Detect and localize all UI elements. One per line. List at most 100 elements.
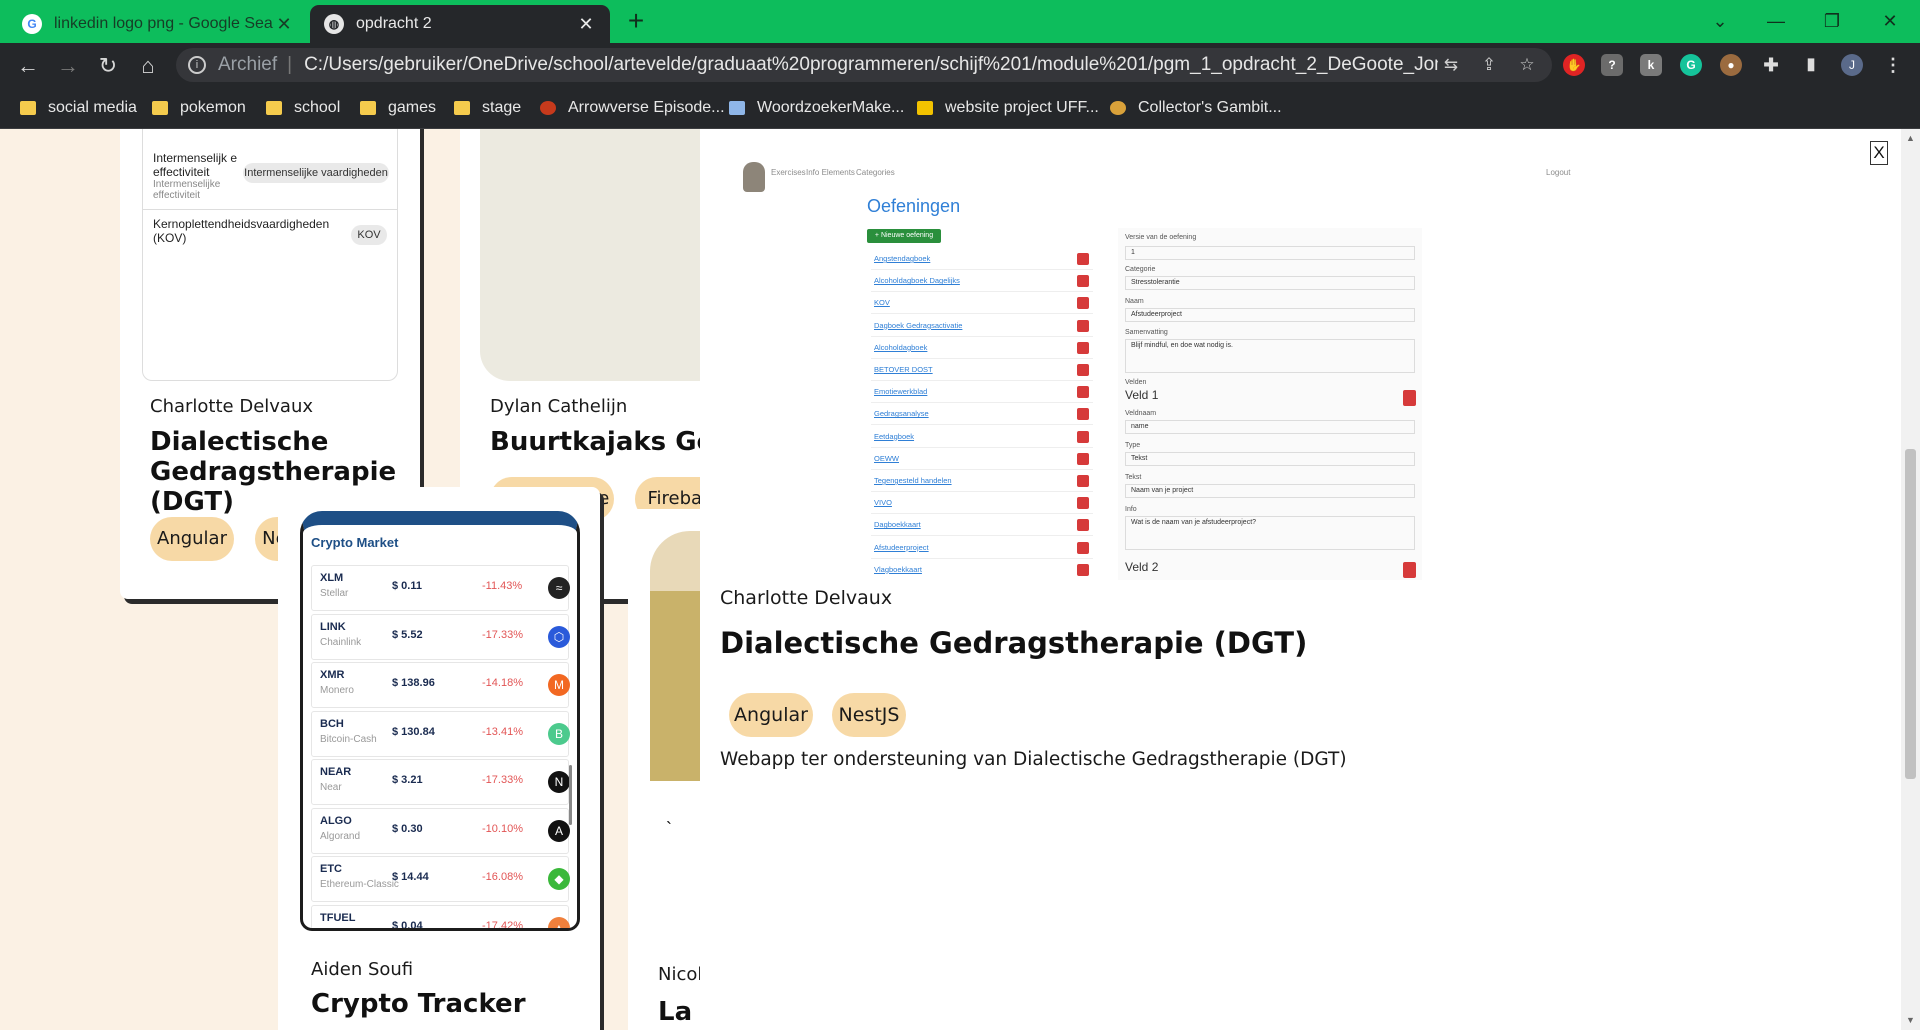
bookmark-school[interactable]: school bbox=[266, 96, 340, 120]
reload-button[interactable]: ↻ bbox=[94, 52, 122, 80]
exercise-link: OEWW bbox=[874, 453, 899, 463]
exercise-link: Alcoholdagboek bbox=[874, 342, 928, 352]
bookmark-games[interactable]: games bbox=[360, 96, 436, 120]
card-author: Aiden Soufi bbox=[311, 959, 414, 980]
coin-logo-icon: ⬡ bbox=[548, 625, 570, 648]
delete-exercise-icon bbox=[1077, 386, 1089, 399]
share-icon[interactable]: ⇪ bbox=[1476, 52, 1502, 78]
coin-symbol: ALGO bbox=[320, 814, 352, 827]
bookmark-pokemon[interactable]: pokemon bbox=[152, 96, 246, 120]
close-window-button[interactable]: ✕ bbox=[1870, 6, 1910, 36]
bookmark-arrowverse[interactable]: Arrowverse Episode... bbox=[540, 96, 725, 120]
new-tab-button[interactable]: + bbox=[622, 7, 650, 36]
minimize-button[interactable]: — bbox=[1756, 6, 1796, 36]
close-tab-icon[interactable]: ✕ bbox=[576, 14, 596, 35]
coin-row: BCH Bitcoin-Cash $ 130.84 -13.41% B bbox=[311, 710, 570, 757]
card-author: Nicol bbox=[658, 964, 703, 985]
app-title: Crypto Market bbox=[311, 535, 399, 550]
coin-price: $ 14.44 bbox=[392, 871, 429, 883]
restore-button[interactable]: ❐ bbox=[1812, 6, 1852, 36]
delete-exercise-icon bbox=[1077, 275, 1089, 288]
form-label: Categorie bbox=[1125, 266, 1156, 273]
delete-exercise-icon bbox=[1077, 563, 1089, 576]
folder-icon bbox=[454, 101, 470, 115]
tab-opdracht-2[interactable]: ◍ opdracht 2 ✕ bbox=[310, 5, 610, 43]
scrollbar-thumb[interactable] bbox=[1905, 449, 1916, 779]
delete-field-icon bbox=[1403, 562, 1416, 578]
logout-link: Logout bbox=[1546, 168, 1571, 177]
menu-kebab-icon[interactable]: ⋮ bbox=[1882, 54, 1904, 76]
coin-name: Stellar bbox=[320, 588, 349, 599]
bookmark-woordzoeker[interactable]: WoordzoekerMake... bbox=[729, 96, 904, 120]
grammarly-icon[interactable]: G bbox=[1680, 54, 1702, 76]
coin-logo-icon: N bbox=[548, 771, 570, 793]
skill-badge: Intermenselijke vaardigheden bbox=[243, 163, 389, 183]
back-button[interactable]: ← bbox=[14, 52, 42, 80]
side-panel-icon[interactable]: ▮ bbox=[1800, 54, 1822, 76]
skill-name: Intermenselijk e effectiviteit bbox=[153, 151, 238, 179]
delete-exercise-icon bbox=[1077, 341, 1089, 354]
delete-exercise-icon bbox=[1077, 452, 1089, 465]
coin-logo-icon: M bbox=[548, 674, 570, 696]
delete-field-icon bbox=[1403, 390, 1416, 406]
adblock-extension-icon[interactable]: ✋ bbox=[1563, 54, 1585, 76]
row-divider bbox=[871, 335, 1093, 337]
skill-badge: KOV bbox=[351, 225, 387, 245]
exercise-link: Emotiewerkblad bbox=[874, 387, 928, 397]
extensions-puzzle-icon[interactable]: ✚ bbox=[1760, 54, 1782, 76]
coin-logo-icon: ≈ bbox=[548, 577, 570, 599]
tab-search-chevron-icon[interactable]: ⌄ bbox=[1700, 6, 1740, 36]
translate-icon[interactable]: ⇆ bbox=[1438, 52, 1464, 78]
row-divider bbox=[871, 424, 1093, 426]
delete-exercise-icon bbox=[1077, 319, 1089, 332]
bookmark-collectors-gambit[interactable]: Collector's Gambit... bbox=[1110, 96, 1282, 120]
page-scrollbar[interactable]: ▲ ▼ bbox=[1901, 129, 1920, 1030]
coin-change: -17.42% bbox=[482, 919, 523, 931]
exercise-link: VIVO bbox=[874, 498, 892, 508]
form-textarea: Wat is de naam van je afstudeerproject? bbox=[1125, 516, 1415, 550]
screenshot-heading: Oefeningen bbox=[867, 196, 961, 216]
bookmark-label: school bbox=[294, 99, 341, 116]
cookie-extension-icon[interactable]: ● bbox=[1720, 54, 1742, 76]
delete-exercise-icon bbox=[1077, 408, 1089, 421]
exercise-link: BETOVER DOST bbox=[874, 365, 933, 374]
scroll-up-arrow-icon[interactable]: ▲ bbox=[1905, 133, 1916, 143]
home-button[interactable]: ⌂ bbox=[134, 52, 162, 80]
m-logo-icon bbox=[917, 101, 933, 115]
coin-change: -17.33% bbox=[482, 774, 523, 786]
url-text[interactable]: C:/Users/gebruiker/OneDrive/school/artev… bbox=[304, 54, 1438, 76]
project-thumbnail: Distress tolerance Intermenselijk e effe… bbox=[142, 129, 398, 381]
bookmark-social-media[interactable]: social media bbox=[20, 96, 137, 120]
bookmark-label: Arrowverse Episode... bbox=[568, 99, 725, 116]
close-modal-button[interactable]: X bbox=[1870, 141, 1888, 165]
address-bar[interactable]: i Archief | C:/Users/gebruiker/OneDrive/… bbox=[176, 48, 1552, 82]
toolbar: ← → ↻ ⌂ i Archief | C:/Users/gebruiker/O… bbox=[0, 43, 1920, 87]
crypto-app-screenshot: Crypto Market XLM Stellar $ 0.11 -11.43% ≈ LI… bbox=[300, 511, 580, 931]
bookmark-stage[interactable]: stage bbox=[454, 96, 521, 120]
coin-logo-icon: ▲ bbox=[548, 916, 570, 928]
coin-price: $ 5.52 bbox=[392, 628, 423, 641]
bookmark-star-icon[interactable]: ☆ bbox=[1514, 52, 1540, 78]
forward-button[interactable]: → bbox=[54, 52, 82, 80]
profile-avatar[interactable]: J bbox=[1841, 54, 1863, 76]
form-label: Tekst bbox=[1125, 474, 1142, 481]
coin-price: $ 0.30 bbox=[392, 822, 423, 835]
coin-change: -11.43% bbox=[482, 580, 523, 592]
tag-pill: Angular bbox=[150, 517, 234, 561]
separator: | bbox=[287, 54, 293, 75]
exercise-link: Alcoholdagboek Dagelijks bbox=[874, 276, 960, 286]
delete-exercise-icon bbox=[1077, 364, 1089, 376]
bookmark-label: WoordzoekerMake... bbox=[757, 99, 905, 116]
scroll-down-arrow-icon[interactable]: ▼ bbox=[1905, 1015, 1916, 1025]
coin-logo-icon: B bbox=[548, 722, 570, 745]
tab-google-search[interactable]: G linkedin logo png - Google Search ✕ bbox=[8, 5, 308, 43]
coin-symbol: LINK bbox=[320, 620, 346, 633]
row-divider bbox=[871, 513, 1093, 515]
form-input: 1 bbox=[1125, 246, 1415, 260]
bookmark-label: games bbox=[388, 99, 437, 116]
help-extension-icon[interactable]: ? bbox=[1601, 54, 1623, 76]
k-extension-icon[interactable]: k bbox=[1640, 54, 1662, 76]
bookmark-website-project[interactable]: website project UFF... bbox=[917, 96, 1099, 120]
close-tab-icon[interactable]: ✕ bbox=[274, 14, 294, 35]
info-icon[interactable]: i bbox=[188, 56, 206, 74]
